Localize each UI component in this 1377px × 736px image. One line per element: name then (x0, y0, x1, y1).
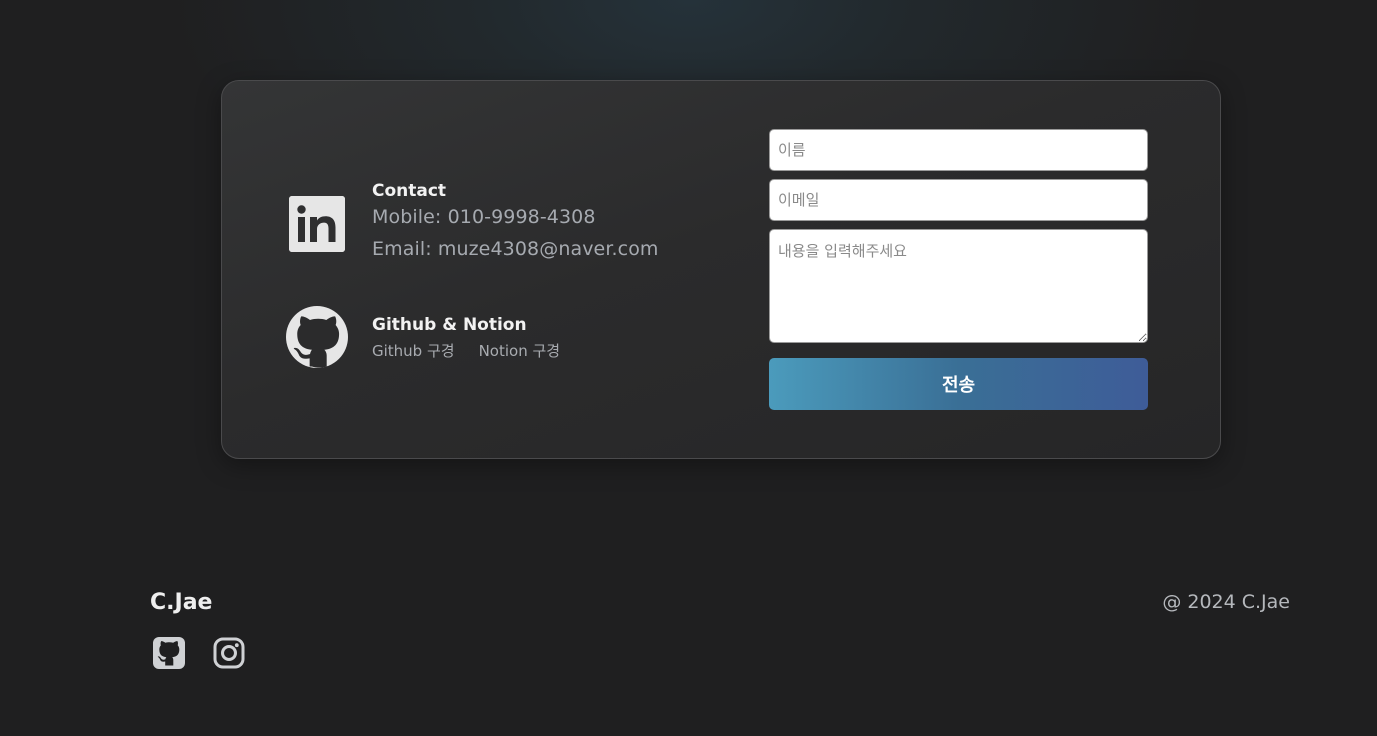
notion-link[interactable]: Notion 구경 (479, 340, 561, 361)
message-textarea[interactable] (769, 229, 1148, 343)
send-button[interactable]: 전송 (769, 358, 1148, 410)
copyright-text: @ 2024 C.Jae (1162, 591, 1290, 613)
contact-email: Email: muze4308@naver.com (372, 238, 659, 260)
footer-instagram-icon[interactable] (212, 636, 246, 670)
github-notion-title: Github & Notion (372, 315, 527, 335)
contact-card: Contact Mobile: 010-9998-4308 Email: muz… (221, 80, 1221, 459)
footer-brand: C.Jae (150, 590, 213, 615)
contact-info: Contact Mobile: 010-9998-4308 Email: muz… (289, 181, 659, 265)
github-link[interactable]: Github 구경 (372, 340, 455, 361)
github-icon (286, 306, 348, 368)
contact-form: 전송 (769, 129, 1149, 410)
contact-title: Contact (372, 181, 447, 201)
email-input[interactable] (769, 179, 1148, 221)
contact-text: Contact Mobile: 010-9998-4308 Email: muz… (372, 181, 659, 265)
github-notion-text: Github & Notion Github 구경 Notion 구경 (372, 306, 584, 361)
external-links: Github 구경 Notion 구경 (372, 340, 584, 361)
linkedin-icon (289, 196, 345, 252)
name-input[interactable] (769, 129, 1148, 171)
contact-mobile: Mobile: 010-9998-4308 (372, 206, 596, 228)
footer-github-icon[interactable] (152, 636, 186, 670)
github-notion-info: Github & Notion Github 구경 Notion 구경 (286, 306, 584, 368)
footer-social-links (152, 636, 272, 670)
